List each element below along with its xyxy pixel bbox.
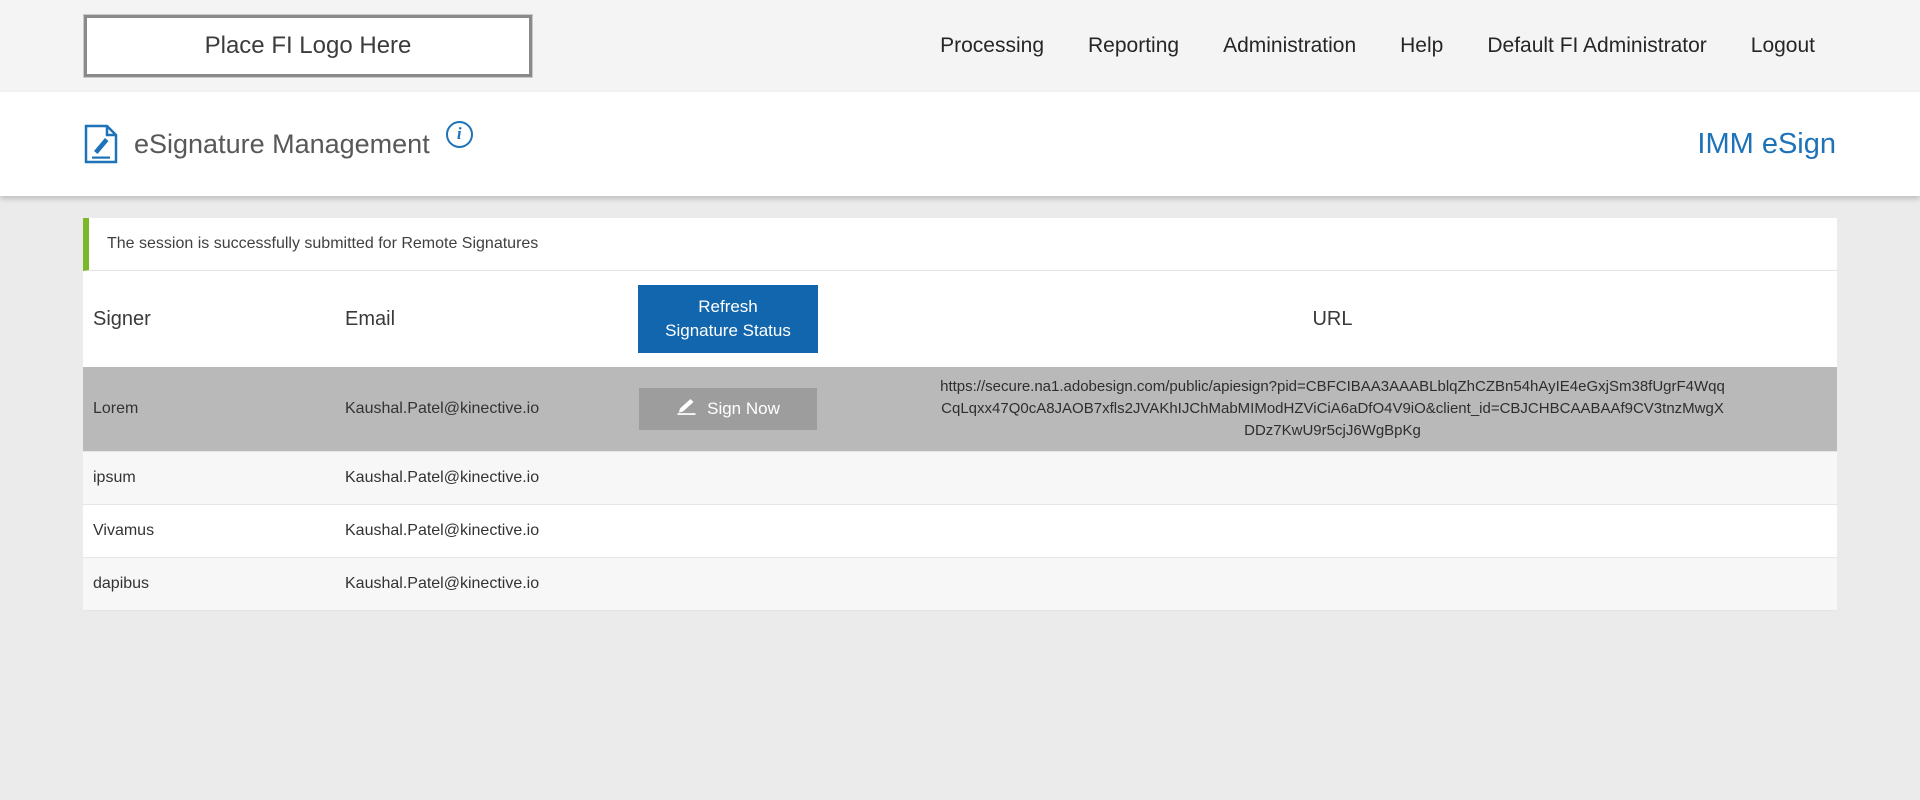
success-alert: The session is successfully submitted fo… — [83, 218, 1837, 271]
email-cell: Kaushal.Patel@kinective.io — [345, 522, 628, 540]
column-header-signer: Signer — [83, 308, 345, 331]
signer-cell: Lorem — [83, 400, 345, 418]
nav-help[interactable]: Help — [1400, 34, 1443, 58]
table-row-lorem[interactable]: Lorem Kaushal.Patel@kinective.io Sign No… — [83, 367, 1837, 452]
title-group: eSignature Management i — [84, 124, 473, 164]
esignature-document-icon — [84, 124, 118, 164]
fi-logo-text: Place FI Logo Here — [205, 32, 412, 60]
table-header-row: Signer Email Refresh Signature Status UR… — [83, 271, 1837, 367]
refresh-button-line2: Signature Status — [665, 319, 791, 343]
topbar: Place FI Logo Here Processing Reporting … — [0, 0, 1920, 92]
nav-current-user[interactable]: Default FI Administrator — [1487, 34, 1706, 58]
refresh-button-line1: Refresh — [698, 295, 758, 319]
email-cell: Kaushal.Patel@kinective.io — [345, 400, 628, 418]
signers-table: Signer Email Refresh Signature Status UR… — [83, 271, 1837, 611]
email-cell: Kaushal.Patel@kinective.io — [345, 469, 628, 487]
email-cell: Kaushal.Patel@kinective.io — [345, 575, 628, 593]
info-icon-glyph: i — [457, 124, 462, 144]
fi-logo-placeholder: Place FI Logo Here — [84, 15, 532, 77]
column-header-url: URL — [828, 308, 1837, 331]
nav-logout[interactable]: Logout — [1751, 34, 1815, 58]
top-navigation: Processing Reporting Administration Help… — [940, 34, 1815, 58]
refresh-signature-status-button[interactable]: Refresh Signature Status — [638, 285, 818, 353]
signer-cell: dapibus — [83, 575, 345, 593]
signer-cell: Vivamus — [83, 522, 345, 540]
subheader: eSignature Management i IMM eSign — [0, 92, 1920, 196]
table-row-ipsum[interactable]: ipsum Kaushal.Patel@kinective.io — [83, 452, 1837, 505]
url-cell: https://secure.na1.adobesign.com/public/… — [828, 368, 1837, 449]
info-icon[interactable]: i — [446, 121, 473, 148]
status-cell: Sign Now — [628, 388, 828, 430]
nav-administration[interactable]: Administration — [1223, 34, 1356, 58]
main-content: The session is successfully submitted fo… — [0, 218, 1920, 611]
column-header-email: Email — [345, 308, 628, 331]
signer-cell: ipsum — [83, 469, 345, 487]
table-row-vivamus[interactable]: Vivamus Kaushal.Patel@kinective.io — [83, 505, 1837, 558]
brand-imm-esign: IMM eSign — [1697, 128, 1836, 161]
page-title: eSignature Management — [134, 129, 430, 160]
pen-icon — [676, 398, 698, 420]
nav-processing[interactable]: Processing — [940, 34, 1044, 58]
column-header-status: Refresh Signature Status — [628, 285, 828, 353]
sign-now-button[interactable]: Sign Now — [639, 388, 817, 430]
table-row-dapibus[interactable]: dapibus Kaushal.Patel@kinective.io — [83, 558, 1837, 611]
page: Place FI Logo Here Processing Reporting … — [0, 0, 1920, 611]
content-panel: The session is successfully submitted fo… — [83, 218, 1837, 611]
nav-reporting[interactable]: Reporting — [1088, 34, 1179, 58]
sign-now-label: Sign Now — [707, 399, 780, 419]
success-alert-message: The session is successfully submitted fo… — [107, 235, 538, 252]
signing-url: https://secure.na1.adobesign.com/public/… — [933, 368, 1733, 449]
